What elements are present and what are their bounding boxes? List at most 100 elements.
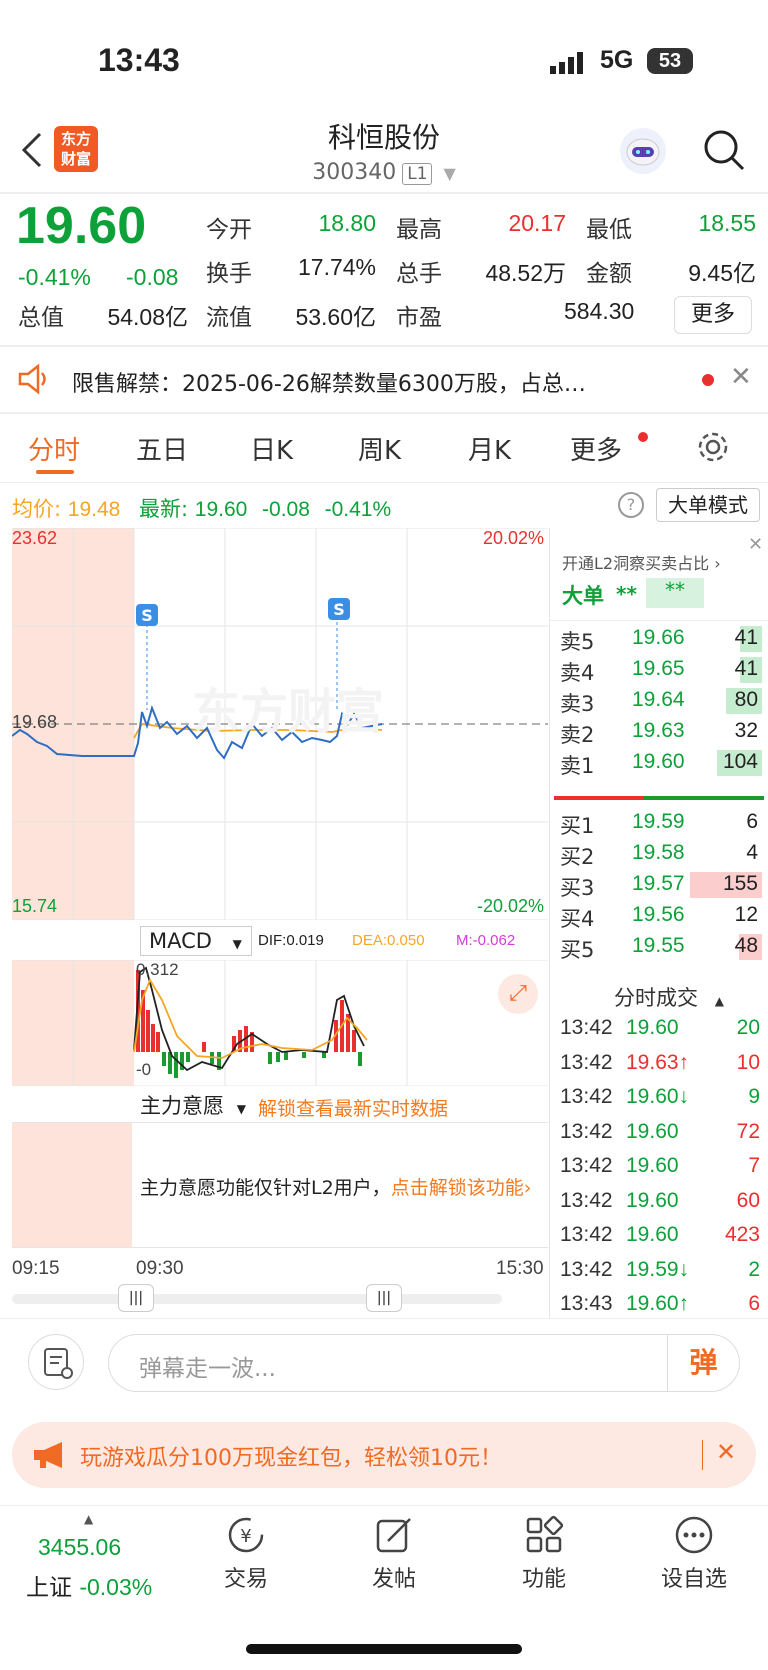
bid-row[interactable]: 买5 19.55 48 bbox=[560, 932, 762, 962]
main-force-label: 主力意愿 bbox=[140, 1094, 224, 1118]
latest-change: -0.08 bbox=[262, 498, 310, 521]
unlock-link[interactable]: 解锁查看最新实时数据 bbox=[258, 1094, 448, 1121]
l2-link[interactable]: 开通L2洞察买卖占比 › bbox=[562, 550, 721, 574]
macd-axis-top: 0.312 bbox=[136, 960, 179, 979]
promo-banner[interactable]: 玩游戏瓜分100万现金红包，轻松领10元！ ✕ bbox=[12, 1422, 756, 1488]
row-volume: 12 bbox=[734, 903, 758, 926]
tab-daily-k[interactable]: 日K bbox=[250, 430, 293, 467]
trade-row: 13:42 19.60 60 bbox=[560, 1187, 760, 1217]
danmaku-send-button[interactable]: 弹 bbox=[667, 1335, 739, 1391]
header-divider bbox=[0, 192, 768, 194]
row-price: 19.55 bbox=[632, 934, 685, 957]
bid-row[interactable]: 买1 19.59 6 bbox=[560, 808, 762, 838]
trade-price: 19.59↓ bbox=[626, 1257, 690, 1281]
nav-functions-label: 功能 bbox=[521, 1567, 566, 1592]
expand-icon[interactable]: ⤢ bbox=[498, 974, 538, 1014]
panel-close-icon[interactable]: ✕ bbox=[748, 534, 763, 555]
tab-more[interactable]: 更多 bbox=[570, 430, 622, 467]
big-order-label: 大单 bbox=[562, 584, 604, 608]
time-label-open: 09:30 bbox=[136, 1258, 184, 1279]
big-order-mode-button[interactable]: 大单模式 bbox=[656, 488, 760, 522]
time-label-close: 15:30 bbox=[496, 1258, 544, 1279]
watermark: 东方财富 bbox=[192, 684, 384, 740]
trade-price: 19.60 bbox=[626, 1188, 679, 1212]
trade-volume: 72 bbox=[736, 1119, 760, 1143]
tab-monthly-k[interactable]: 月K bbox=[468, 430, 511, 467]
slider-handle-right[interactable]: ||| bbox=[366, 1284, 402, 1312]
row-volume: 6 bbox=[746, 810, 758, 833]
quote-field-value: 18.80 bbox=[318, 210, 376, 236]
slider-handle-left[interactable]: ||| bbox=[118, 1284, 154, 1312]
nav-functions[interactable]: 功能 bbox=[484, 1515, 604, 1593]
quote-field-value: 20.17 bbox=[508, 210, 566, 236]
triangle-down-icon: ▼ bbox=[236, 1102, 246, 1116]
intraday-price-chart[interactable]: S S 东方财富 23.62 19.68 15.74 20.02% -20.02… bbox=[11, 527, 548, 921]
signal-icon bbox=[550, 52, 586, 78]
ask-row[interactable]: 卖4 19.65 41 bbox=[560, 655, 762, 685]
robot-avatar-icon[interactable] bbox=[620, 128, 666, 174]
trade-time: 13:42 bbox=[560, 1119, 613, 1143]
trades-header[interactable]: 分时成交 ▲ bbox=[614, 982, 724, 1012]
settings-icon[interactable] bbox=[696, 430, 730, 468]
chevron-down-icon: ▼ bbox=[443, 164, 456, 183]
row-label: 买2 bbox=[560, 845, 595, 869]
trade-time: 13:42 bbox=[560, 1188, 613, 1212]
main-force-selector[interactable]: 主力意愿 ▼ bbox=[140, 1090, 246, 1120]
tab-intraday[interactable]: 分时 bbox=[28, 430, 80, 467]
more-button[interactable]: 更多 bbox=[674, 296, 752, 334]
notice-dot bbox=[702, 374, 714, 386]
macd-dif: DIF:0.019 bbox=[258, 932, 324, 949]
ask-row[interactable]: 卖2 19.63 32 bbox=[560, 717, 762, 747]
tab-weekly-k[interactable]: 周K bbox=[358, 430, 401, 467]
bid-row[interactable]: 买2 19.58 4 bbox=[560, 839, 762, 869]
index-value: 3455.06 bbox=[38, 1534, 122, 1560]
divider bbox=[0, 1505, 768, 1506]
battery-icon: 53 bbox=[647, 48, 693, 74]
time-slider-track[interactable] bbox=[12, 1294, 502, 1304]
ask-row[interactable]: 卖5 19.66 41 bbox=[560, 624, 762, 654]
quote-field-label: 金额 bbox=[586, 261, 632, 287]
nav-trade[interactable]: ¥ 交易 bbox=[186, 1515, 306, 1593]
trade-price: 19.63↑ bbox=[626, 1050, 690, 1074]
comment-input[interactable]: 弹幕走一波... 弹 bbox=[108, 1334, 740, 1392]
row-volume: 155 bbox=[722, 872, 758, 895]
bid-row[interactable]: 买4 19.56 12 bbox=[560, 901, 762, 931]
main-force-panel: 主力意愿功能仅针对L2用户，点击解锁该功能› bbox=[12, 1122, 548, 1248]
nav-post[interactable]: 发帖 bbox=[334, 1515, 454, 1593]
row-price: 19.66 bbox=[632, 626, 685, 649]
stock-code-text: 300340 bbox=[312, 160, 397, 185]
divider bbox=[0, 412, 768, 414]
notice-text[interactable]: 限售解禁：2025-06-26解禁数量6300万股，占总… bbox=[72, 366, 586, 398]
row-volume: 48 bbox=[734, 934, 758, 957]
row-price: 19.59 bbox=[632, 810, 685, 833]
row-label: 买5 bbox=[560, 938, 595, 962]
row-price: 19.58 bbox=[632, 841, 685, 864]
row-volume: 41 bbox=[734, 657, 758, 680]
nav-add-watchlist[interactable]: 设自选 bbox=[634, 1515, 754, 1593]
main-force-unlock-link[interactable]: 点击解锁该功能 bbox=[391, 1177, 524, 1199]
trade-volume: 7 bbox=[748, 1154, 760, 1177]
search-button[interactable] bbox=[702, 128, 746, 176]
main-force-text: 主力意愿功能仅针对L2用户， bbox=[140, 1177, 391, 1199]
change-pct: -0.41% bbox=[18, 264, 91, 290]
quote-field-value: 18.55 bbox=[698, 210, 756, 236]
divider bbox=[0, 482, 768, 483]
help-icon[interactable]: ? bbox=[618, 492, 644, 518]
ask-row[interactable]: 卖3 19.64 80 bbox=[560, 686, 762, 716]
row-price: 19.64 bbox=[632, 688, 685, 711]
quote-field-label: 今开 bbox=[206, 217, 252, 243]
macd-chart[interactable]: 0.312 -0 ⤢ bbox=[12, 959, 548, 1087]
tab-five-day[interactable]: 五日 bbox=[136, 430, 188, 467]
quote-field-label: 换手 bbox=[206, 261, 252, 287]
bid-row[interactable]: 买3 19.57 155 bbox=[560, 870, 762, 900]
macd-dea: DEA:0.050 bbox=[352, 932, 425, 949]
close-icon[interactable]: ✕ bbox=[730, 362, 752, 392]
promo-close-icon[interactable]: ✕ bbox=[716, 1438, 736, 1466]
l2-label: 开通L2洞察买卖占比 bbox=[562, 554, 710, 573]
trade-volume: 20 bbox=[736, 1016, 760, 1039]
promo-separator bbox=[702, 1440, 703, 1470]
ask-row[interactable]: 卖1 19.60 104 bbox=[560, 748, 762, 778]
comment-list-icon[interactable] bbox=[28, 1334, 84, 1390]
macd-selector[interactable]: MACD ▼ bbox=[140, 926, 252, 956]
trade-volume: 2 bbox=[748, 1257, 760, 1281]
